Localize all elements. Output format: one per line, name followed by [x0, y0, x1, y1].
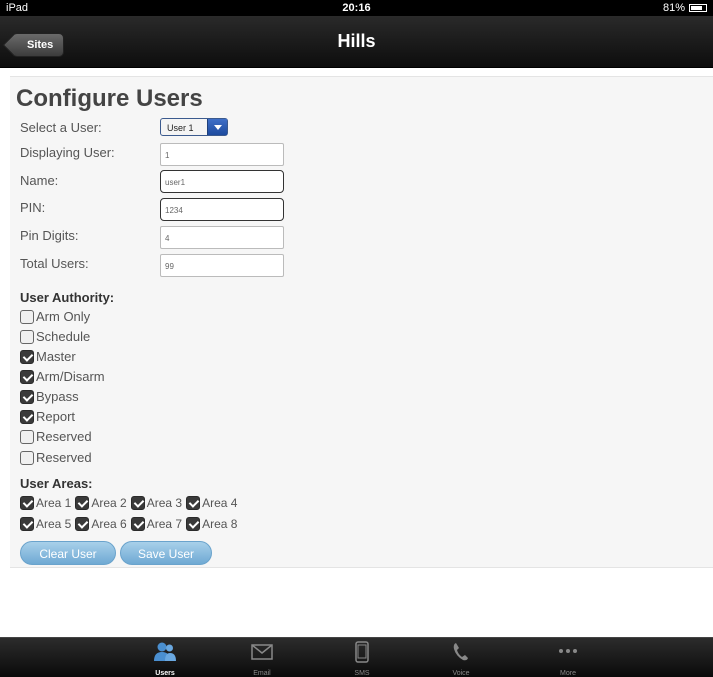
- dropdown-arrow-icon: [207, 119, 227, 135]
- pin-digits-label: Pin Digits:: [20, 228, 79, 243]
- name-label: Name:: [20, 173, 59, 188]
- authority-arm-disarm[interactable]: Arm/Disarm: [20, 369, 105, 384]
- checkbox[interactable]: [20, 450, 34, 465]
- users-icon: [154, 642, 176, 661]
- status-bar: iPad 20:16 81%: [0, 0, 713, 16]
- more-icon: [559, 649, 577, 653]
- battery-percent: 81%: [662, 2, 685, 14]
- area-7-checkbox[interactable]: Area 7: [130, 517, 182, 531]
- authority-reserved-1[interactable]: Reserved: [20, 429, 92, 444]
- area-4-checkbox[interactable]: Area 4: [186, 496, 237, 510]
- area-2-checkbox[interactable]: Area 2: [75, 496, 127, 510]
- total-users-field[interactable]: 99: [160, 254, 284, 277]
- navigation-bar: Sites Hills: [0, 16, 713, 68]
- user-areas-heading: User Areas:: [20, 476, 93, 491]
- pin-label: PIN:: [20, 200, 46, 215]
- total-users-label: Total Users:: [20, 256, 89, 271]
- area-5-checkbox[interactable]: Area 5: [20, 517, 71, 531]
- checkbox[interactable]: [20, 389, 34, 404]
- displaying-user-field[interactable]: 1: [160, 143, 284, 166]
- areas-row-1: Area 1 Area 2 Area 3 Area 4: [20, 496, 241, 510]
- area-8-checkbox[interactable]: Area 8: [186, 517, 237, 531]
- checkbox[interactable]: [20, 349, 34, 364]
- authority-bypass[interactable]: Bypass: [20, 389, 79, 404]
- tab-bar: Users Email SMS Voice More: [0, 637, 713, 677]
- checkbox[interactable]: [20, 429, 34, 444]
- area-3-checkbox[interactable]: Area 3: [130, 496, 182, 510]
- pin-field[interactable]: 1234: [160, 198, 284, 221]
- tab-users[interactable]: Users: [125, 638, 205, 677]
- page-title: Configure Users: [16, 85, 203, 112]
- displaying-user-label: Displaying User:: [20, 145, 115, 160]
- checkbox[interactable]: [20, 409, 34, 424]
- authority-reserved-2[interactable]: Reserved: [20, 450, 92, 465]
- nav-title: Hills: [337, 31, 376, 51]
- phone-icon: [453, 643, 468, 661]
- clear-user-button[interactable]: Clear User: [20, 541, 116, 565]
- authority-report[interactable]: Report: [20, 409, 75, 424]
- area-1-checkbox[interactable]: Area 1: [20, 496, 71, 510]
- authority-schedule[interactable]: Schedule: [20, 329, 90, 344]
- user-select-value: User 1: [167, 123, 194, 133]
- user-authority-heading: User Authority:: [20, 290, 115, 305]
- configure-users-panel: Configure Users Select a User: User 1 Di…: [10, 76, 713, 568]
- authority-arm-only[interactable]: Arm Only: [20, 309, 90, 324]
- battery-icon: [689, 4, 707, 12]
- name-field[interactable]: user1: [160, 170, 284, 193]
- user-select[interactable]: User 1: [160, 118, 228, 136]
- checkbox[interactable]: [20, 369, 34, 384]
- tab-more[interactable]: More: [528, 638, 608, 677]
- save-user-button[interactable]: Save User: [120, 541, 212, 565]
- authority-master[interactable]: Master: [20, 349, 76, 364]
- email-icon: [251, 644, 273, 660]
- checkbox[interactable]: [20, 309, 34, 324]
- sms-icon: [355, 641, 369, 663]
- areas-row-2: Area 5 Area 6 Area 7 Area 8: [20, 517, 241, 531]
- status-time: 20:16: [342, 2, 371, 14]
- checkbox[interactable]: [20, 329, 34, 344]
- tab-voice[interactable]: Voice: [421, 638, 501, 677]
- tab-email[interactable]: Email: [222, 638, 302, 677]
- pin-digits-field[interactable]: 4: [160, 226, 284, 249]
- area-6-checkbox[interactable]: Area 6: [75, 517, 127, 531]
- select-user-label: Select a User:: [20, 120, 102, 135]
- tab-sms[interactable]: SMS: [322, 638, 402, 677]
